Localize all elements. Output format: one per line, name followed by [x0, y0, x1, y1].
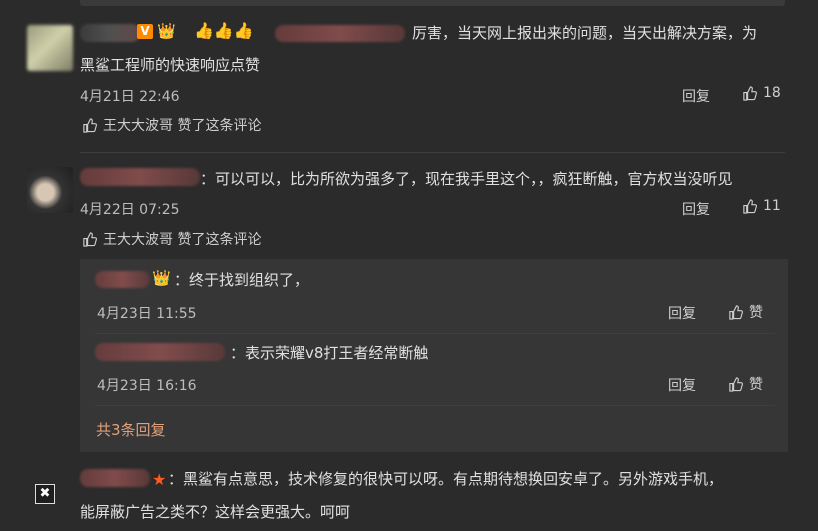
like-count: 18	[763, 85, 781, 101]
comment-date: 4月21日 22:46	[80, 89, 180, 105]
previous-comment-bottom	[80, 0, 785, 6]
reply-label[interactable]: 回复	[668, 375, 696, 395]
comment-text: ：可以可以，比为所欲为强多了，现在我手里这个，，疯狂断触，官方权当没听见	[200, 170, 733, 188]
comment-date: 4月22日 07:25	[80, 202, 180, 218]
username-redacted[interactable]	[80, 469, 150, 487]
thumbs-up-icon[interactable]	[728, 376, 743, 392]
mention-redacted[interactable]	[275, 25, 405, 42]
reply-label[interactable]: 回复	[682, 199, 710, 219]
thumbs-up-icon	[83, 117, 97, 133]
liked-by-row: 王大大波哥 赞了这条评论	[82, 115, 261, 135]
verified-badge: V	[137, 24, 153, 39]
divider	[80, 152, 785, 153]
liked-by-row: 王大大波哥 赞了这条评论	[82, 229, 261, 249]
thumbs-up-emoji: 👍👍👍	[194, 21, 254, 40]
like-label[interactable]: 赞	[749, 302, 763, 322]
crown-icon: 👑	[152, 269, 171, 287]
divider	[95, 405, 775, 406]
username-redacted[interactable]	[80, 24, 140, 42]
reply-button[interactable]: 回复	[668, 303, 696, 323]
username-redacted[interactable]	[95, 271, 150, 288]
reply-text: ：表示荣耀v8打王者经常断触	[230, 344, 429, 362]
reply-button[interactable]: 回复	[682, 86, 710, 106]
reply-text: ：终于找到组织了，	[174, 271, 310, 289]
thumbs-up-icon	[83, 231, 97, 247]
thumbs-up-icon[interactable]	[728, 304, 743, 320]
username-redacted[interactable]	[95, 343, 225, 361]
like-label[interactable]: 赞	[749, 374, 763, 394]
liked-by-text[interactable]: 王大大波哥 赞了这条评论	[103, 229, 261, 249]
avatar[interactable]	[27, 25, 73, 71]
more-replies-link[interactable]: 共3条回复	[96, 419, 166, 440]
like-button[interactable]: 赞	[728, 302, 763, 322]
divider	[95, 333, 775, 334]
thumbs-up-icon[interactable]	[742, 198, 757, 214]
reply-label[interactable]: 回复	[682, 86, 710, 106]
comment-text-line1: ：黑鲨有点意思，技术修复的很快可以呀。有点期待想换回安卓了。另外游戏手机，	[168, 470, 724, 488]
reply-date: 4月23日 11:55	[97, 306, 197, 322]
like-button[interactable]: 赞	[728, 374, 763, 394]
liked-by-text[interactable]: 王大大波哥 赞了这条评论	[103, 115, 261, 135]
star-icon: ★	[152, 470, 167, 489]
like-button[interactable]: 18	[742, 85, 781, 101]
avatar[interactable]	[27, 167, 73, 213]
comment-text-line2: 能屏蔽广告之类不？这样会更强大。呵呵	[80, 503, 351, 521]
like-count: 11	[763, 198, 781, 214]
close-icon[interactable]: ✖	[35, 484, 55, 504]
reply-date: 4月23日 16:16	[97, 378, 197, 394]
thumbs-up-icon[interactable]	[742, 85, 757, 101]
reply-button[interactable]: 回复	[682, 199, 710, 219]
like-button[interactable]: 11	[742, 198, 781, 214]
reply-label[interactable]: 回复	[668, 303, 696, 323]
crown-icon: 👑	[157, 22, 176, 40]
reply-button[interactable]: 回复	[668, 375, 696, 395]
comment-text-line1: 厉害，当天网上报出来的问题，当天出解决方案，为	[412, 24, 758, 42]
username-redacted[interactable]	[80, 168, 200, 186]
comment-text-line2: 黑鲨工程师的快速响应点赞	[80, 56, 261, 74]
